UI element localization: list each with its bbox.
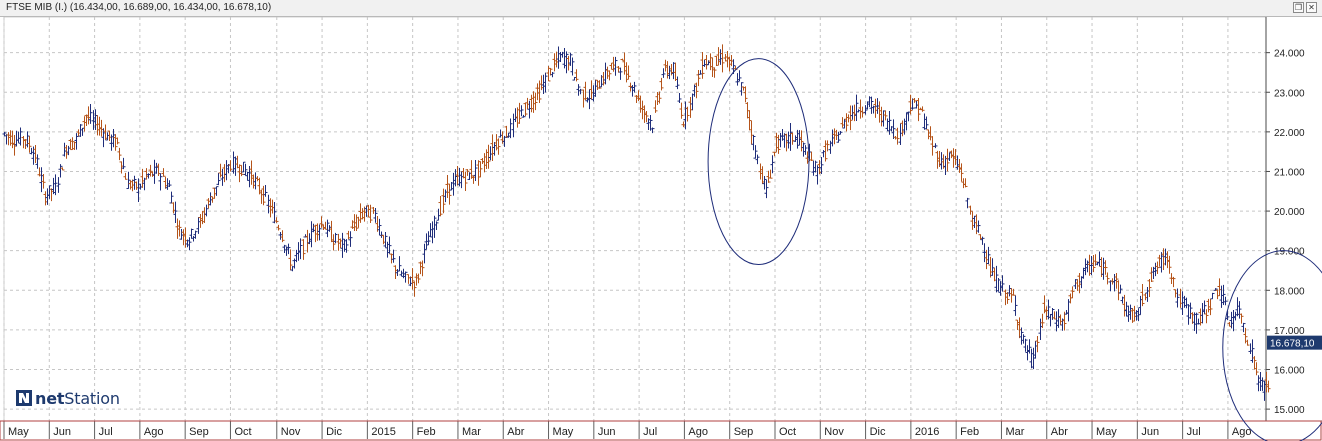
y-tick-label: 18.000 [1274,286,1305,297]
x-tick-label: Nov [281,426,301,438]
y-tick-label: 23.000 [1274,88,1305,99]
y-tick-label: 20.000 [1274,207,1305,218]
y-tick-label: 17.000 [1274,326,1305,337]
price-chart[interactable]: 15.000 16.000 17.000 18.000 19.000 20.000 21.0… [0,17,1322,441]
x-tick-label: Abr [1051,426,1068,438]
title-bar: FTSE MIB (I.) (16.434,00, 16.689,00, 16.… [0,0,1322,17]
x-tick-label: 2016 [915,426,939,438]
x-tick-label: May [8,426,29,438]
close-button[interactable]: ✕ [1306,2,1317,13]
x-tick-label: Oct [234,426,251,438]
logo-text: netStation [35,389,120,408]
last-price-label: 16.678,10 [1270,339,1315,350]
x-tick-label: May [553,426,574,438]
netstation-logo: netStation [16,388,120,408]
x-tick-label: Mar [462,426,481,438]
x-tick-label: Jul [643,426,657,438]
x-tick-label: Jun [598,426,616,438]
x-tick-label: Sep [734,426,754,438]
y-tick-label: 21.000 [1274,167,1305,178]
plot-area [3,17,1267,422]
y-tick-label: 22.000 [1274,128,1305,139]
y-tick-label: 24.000 [1274,49,1305,60]
x-tick-label: Ago [688,426,708,438]
restore-button[interactable]: ❐ [1293,2,1304,13]
x-tick-label: Mar [1005,426,1024,438]
x-tick-label: 2015 [371,426,395,438]
chart-window: FTSE MIB (I.) (16.434,00, 16.689,00, 16.… [0,0,1322,441]
x-tick-label: Abr [507,426,524,438]
x-tick-label: Jul [1187,426,1201,438]
x-tick-label: Jul [99,426,113,438]
x-tick-label: May [1096,426,1117,438]
x-tick-label: Feb [417,426,436,438]
x-tick-label: Feb [960,426,979,438]
x-tick-label: Nov [824,426,844,438]
x-tick-label: Jun [1141,426,1159,438]
x-tick-label: Ago [144,426,164,438]
logo-text-bold: net [35,388,65,408]
x-tick-label: Sep [189,426,209,438]
y-tick-label: 19.000 [1274,247,1305,258]
logo-text-rest: Station [64,388,120,408]
x-tick-label: Dic [326,426,342,438]
netstation-logo-icon [16,390,32,406]
window-title: FTSE MIB (I.) (16.434,00, 16.689,00, 16.… [6,2,272,13]
x-tick-label: Oct [779,426,796,438]
x-tick-label: Jun [53,426,71,438]
y-tick-label: 15.000 [1274,405,1305,416]
x-tick-label: Dic [870,426,886,438]
y-tick-label: 16.000 [1274,366,1305,377]
